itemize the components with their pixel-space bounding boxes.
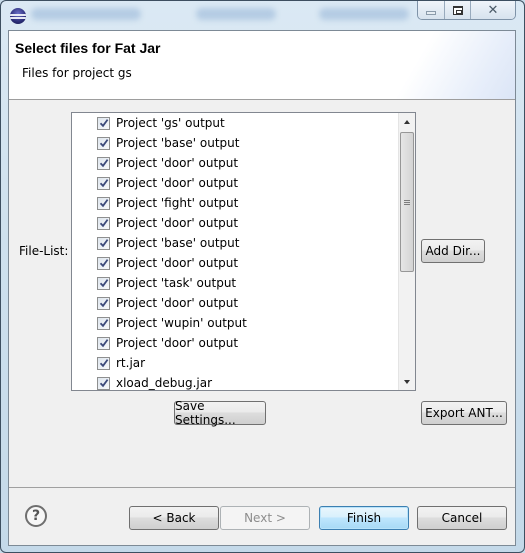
scrollbar-thumb[interactable] [400,132,414,272]
file-list-item-label: xload_debug.jar [116,376,213,390]
grip-icon [404,199,410,205]
checkbox[interactable] [97,156,110,170]
checkbox[interactable] [97,176,110,190]
finish-button[interactable]: Finish [319,506,409,530]
blurred-background [31,8,141,20]
scroll-down-button[interactable] [399,373,415,390]
close-button[interactable]: ✕ [470,1,515,19]
file-list-item[interactable]: Project 'door' output [72,173,398,193]
checkmark-icon [99,279,108,288]
help-icon[interactable]: ? [25,505,47,527]
checkbox[interactable] [97,256,110,270]
export-ant-button[interactable]: Export ANT... [421,401,507,425]
file-list-item-label: Project 'base' output [116,136,240,150]
wizard-header: Select files for Fat Jar Files for proje… [9,31,515,100]
arrow-up-icon [404,119,410,124]
file-list-item[interactable]: xload_debug.jar [72,373,398,390]
checkbox[interactable] [97,336,110,350]
file-list-item[interactable]: Project 'wupin' output [72,313,398,333]
file-list-item-label: Project 'door' output [116,156,239,170]
file-list-item-label: Project 'door' output [116,256,239,270]
scroll-up-button[interactable] [399,113,415,130]
maximize-icon [452,5,463,15]
add-dir-button[interactable]: Add Dir... [421,239,485,263]
back-button[interactable]: < Back [129,506,219,530]
file-list-item[interactable]: rt.jar [72,353,398,373]
file-list-item-label: rt.jar [116,356,146,370]
file-list-item-label: Project 'task' output [116,276,237,290]
checkmark-icon [99,199,108,208]
checkmark-icon [99,299,108,308]
file-list-item-label: Project 'door' output [116,296,239,310]
checkbox[interactable] [97,236,110,250]
checkbox[interactable] [97,376,110,390]
file-list-item[interactable]: Project 'door' output [72,213,398,233]
file-list-item-label: Project 'door' output [116,176,239,190]
checkmark-icon [99,259,108,268]
eclipse-icon [10,8,26,24]
checkbox[interactable] [97,276,110,290]
maximize-button[interactable] [444,1,470,19]
minimize-button[interactable] [418,1,444,19]
save-settings-button[interactable]: Save Settings... [174,399,266,427]
file-list-item-label: Project 'fight' output [116,196,239,210]
checkbox[interactable] [97,196,110,210]
file-list-item-label: Project 'door' output [116,216,239,230]
checkbox[interactable] [97,296,110,310]
checkbox[interactable] [97,136,110,150]
file-list[interactable]: Project 'gs' output Project 'base' output… [71,112,416,391]
checkmark-icon [99,239,108,248]
button-bar-separator [9,487,515,488]
file-list-item[interactable]: Project 'base' output [72,233,398,253]
file-list-item[interactable]: Project 'fight' output [72,193,398,213]
file-list-item[interactable]: Project 'door' output [72,153,398,173]
blurred-background [319,8,409,20]
file-list-item[interactable]: Project 'base' output [72,133,398,153]
checkmark-icon [99,159,108,168]
minimize-icon [426,11,436,15]
next-button: Next > [220,506,310,530]
checkmark-icon [99,319,108,328]
file-list-item[interactable]: Project 'door' output [72,253,398,273]
checkmark-icon [99,359,108,368]
window-controls: ✕ [417,1,516,20]
file-list-items: Project 'gs' output Project 'base' output… [72,113,398,390]
file-list-item[interactable]: Project 'task' output [72,273,398,293]
file-list-item[interactable]: Project 'gs' output [72,113,398,133]
checkmark-icon [99,379,108,388]
checkbox[interactable] [97,356,110,370]
checkmark-icon [99,139,108,148]
page-title: Select files for Fat Jar [15,40,161,56]
vertical-scrollbar[interactable] [398,113,415,390]
checkmark-icon [99,219,108,228]
close-icon: ✕ [487,2,499,18]
blurred-background [196,8,276,20]
arrow-down-icon [404,379,410,384]
cancel-button[interactable]: Cancel [417,506,507,530]
checkbox[interactable] [97,216,110,230]
checkmark-icon [99,119,108,128]
title-bar[interactable]: ✕ [1,1,524,31]
file-list-item-label: Project 'base' output [116,236,240,250]
checkmark-icon [99,179,108,188]
checkmark-icon [99,339,108,348]
dialog-client-area: Select files for Fat Jar Files for proje… [8,30,516,546]
fat-jar-wizard-window: ✕ Select files for Fat Jar Files for pro… [0,0,525,553]
checkbox[interactable] [97,316,110,330]
file-list-item-label: Project 'door' output [116,336,239,350]
checkbox[interactable] [97,116,110,130]
file-list-label: File-List: [19,244,69,258]
file-list-item-label: Project 'gs' output [116,116,225,130]
file-list-item-label: Project 'wupin' output [116,316,247,330]
page-description: Files for project gs [22,66,132,80]
file-list-item[interactable]: Project 'door' output [72,293,398,313]
file-list-item[interactable]: Project 'door' output [72,333,398,353]
